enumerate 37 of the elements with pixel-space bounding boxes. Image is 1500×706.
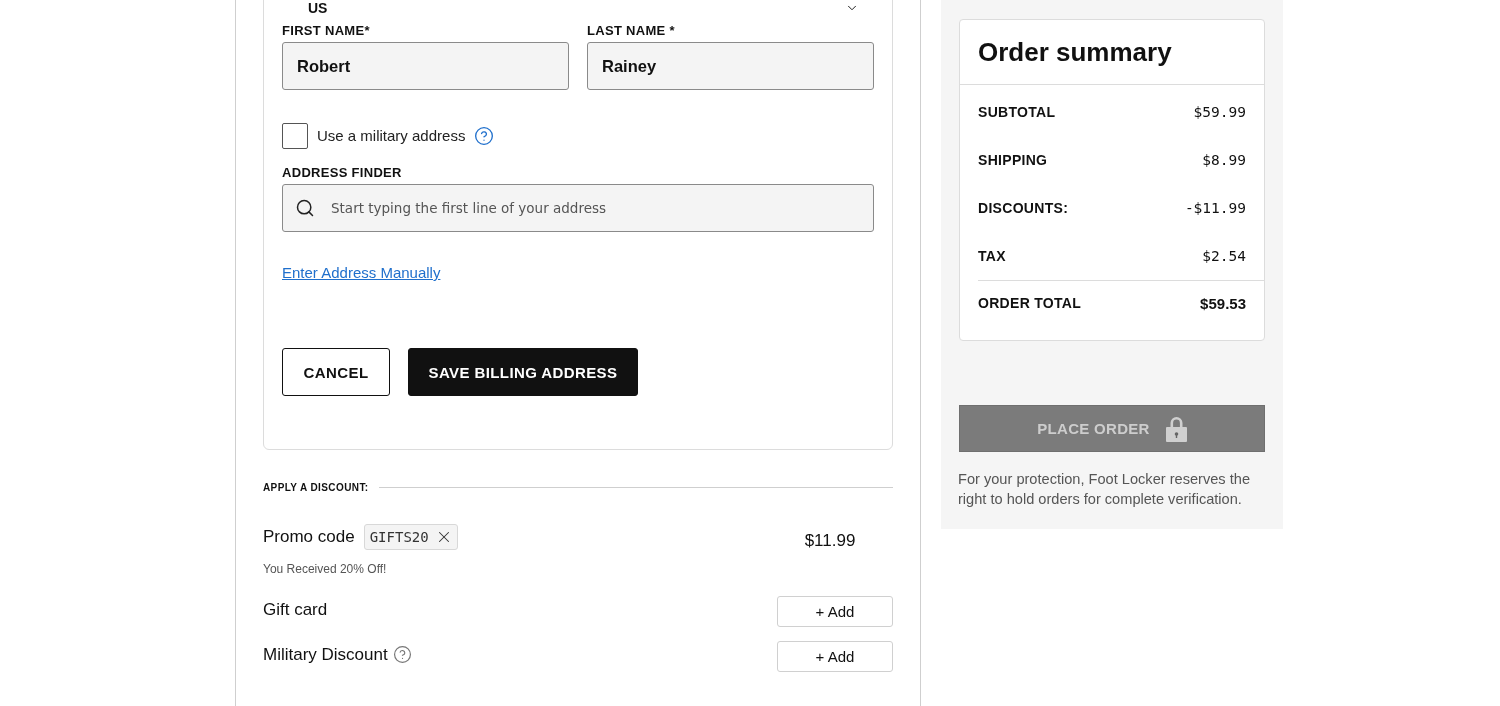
summary-value: $8.99	[1202, 152, 1246, 168]
summary-value: -$11.99	[1184, 200, 1246, 216]
discount-option-label: Gift card	[263, 599, 328, 620]
help-icon[interactable]	[474, 126, 495, 146]
enter-address-manually-link[interactable]: Enter Address Manually	[282, 264, 441, 282]
help-icon[interactable]	[392, 645, 412, 664]
summary-label: DISCOUNTS:	[978, 200, 1069, 216]
promo-code-label: Promo code	[263, 527, 355, 547]
summary-label: SHIPPING	[978, 152, 1048, 168]
last-name-input[interactable]: Rainey	[587, 42, 874, 90]
discount-amount: $11.99	[804, 531, 856, 551]
summary-label: TAX	[978, 248, 1006, 264]
summary-label: ORDER TOTAL	[978, 295, 1082, 311]
summary-value: $59.99	[1193, 104, 1246, 120]
checkbox-label: Use a military address	[317, 127, 466, 145]
section-heading: APPLY A DISCOUNT:	[263, 481, 369, 493]
discount-option-label: Military Discount	[263, 644, 388, 665]
field-label: LAST NAME *	[587, 24, 675, 38]
summary-title: Order summary	[978, 36, 1172, 68]
search-icon	[295, 198, 315, 218]
lock-icon	[1165, 415, 1187, 442]
country-select[interactable]: US	[282, 0, 874, 16]
cancel-button[interactable]: CANCEL	[282, 348, 390, 396]
field-label: FIRST NAME*	[282, 24, 370, 38]
field-label: ADDRESS FINDER	[282, 166, 402, 180]
add-button[interactable]: + Add	[777, 596, 893, 627]
add-button[interactable]: + Add	[777, 641, 893, 672]
summary-value: $59.53	[1200, 294, 1246, 312]
promo-code-text: GIFTS20	[369, 529, 429, 545]
promo-note: You Received 20% Off!	[263, 562, 387, 576]
summary-value: $2.54	[1202, 248, 1246, 264]
first-name-input[interactable]: Robert	[282, 42, 569, 90]
summary-label: SUBTOTAL	[978, 104, 1056, 120]
save-button[interactable]: SAVE BILLING ADDRESS	[408, 348, 638, 396]
address-search-field[interactable]: Start typing the first line of your address	[282, 184, 874, 232]
checkbox[interactable]	[282, 123, 308, 149]
protection-note: For your protection, Foot Locker reserves the right to hold orders for complete verification.	[958, 470, 1251, 509]
